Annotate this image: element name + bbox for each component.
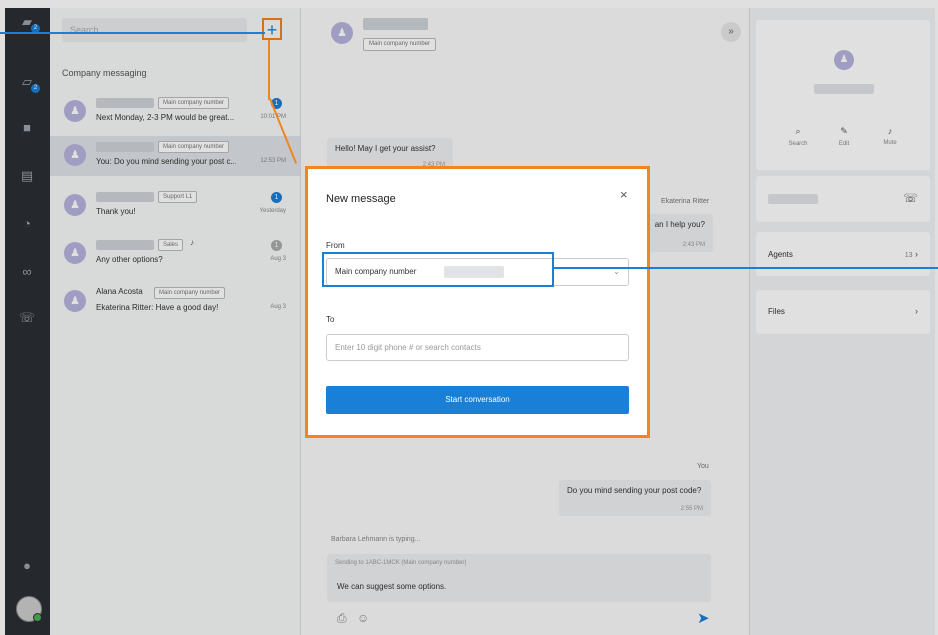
to-input[interactable]: Enter 10 digit phone # or search contact…	[326, 334, 629, 361]
callout-line	[0, 32, 265, 34]
callout-connector	[268, 40, 270, 100]
from-label: From	[326, 241, 345, 250]
from-highlight	[322, 252, 554, 287]
start-conversation-button[interactable]: Start conversation	[326, 386, 629, 414]
callout-line	[554, 267, 938, 269]
dialog-title: New message	[326, 193, 396, 205]
close-icon[interactable]: ×	[620, 187, 628, 202]
to-label: To	[326, 315, 335, 324]
new-message-dialog: New message × From Main company number ⌄…	[305, 166, 650, 438]
